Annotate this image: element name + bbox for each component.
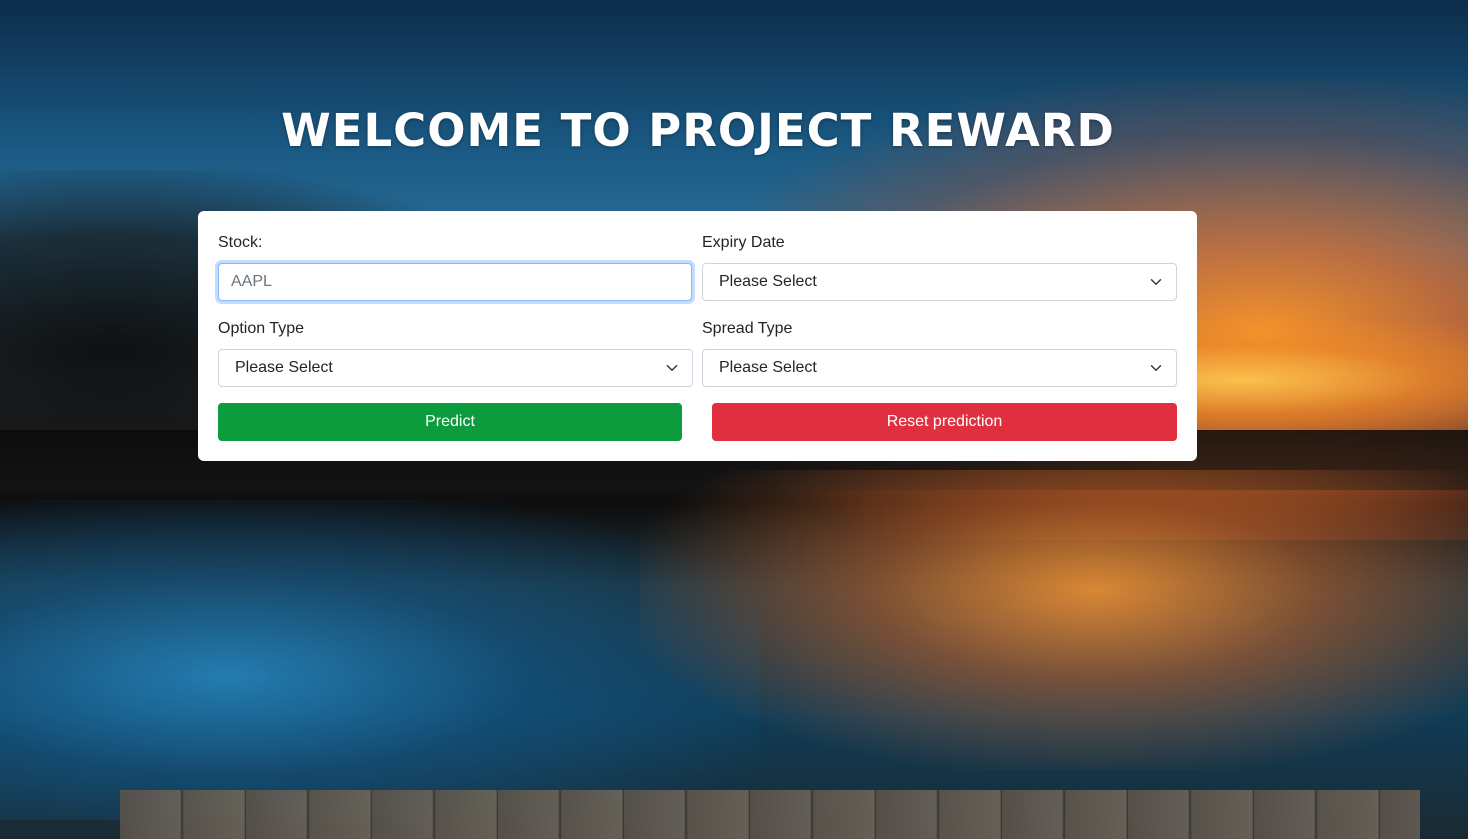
spread-type-select[interactable]: Please Select [702,349,1177,387]
stock-label: Stock: [218,234,263,251]
option-type-select[interactable]: Please Select [218,349,693,387]
expiry-date-selected: Please Select [719,273,817,290]
chevron-down-icon [1150,365,1162,371]
background-reflection-warm [640,470,1468,770]
expiry-date-label: Expiry Date [702,234,785,251]
chevron-down-icon [1150,279,1162,285]
chevron-down-icon [666,365,678,371]
spread-type-selected: Please Select [719,359,817,376]
page-title: WELCOME TO PROJECT REWARD [281,104,1115,157]
reset-prediction-button[interactable]: Reset prediction [712,403,1177,441]
expiry-date-select[interactable]: Please Select [702,263,1177,301]
predict-button[interactable]: Predict [218,403,682,441]
stock-input[interactable] [218,263,692,301]
prediction-form-card: Stock: Expiry Date Please Select Option … [198,211,1197,461]
background-dock [120,790,1420,839]
option-type-selected: Please Select [235,359,333,376]
spread-type-label: Spread Type [702,320,793,337]
option-type-label: Option Type [218,320,304,337]
